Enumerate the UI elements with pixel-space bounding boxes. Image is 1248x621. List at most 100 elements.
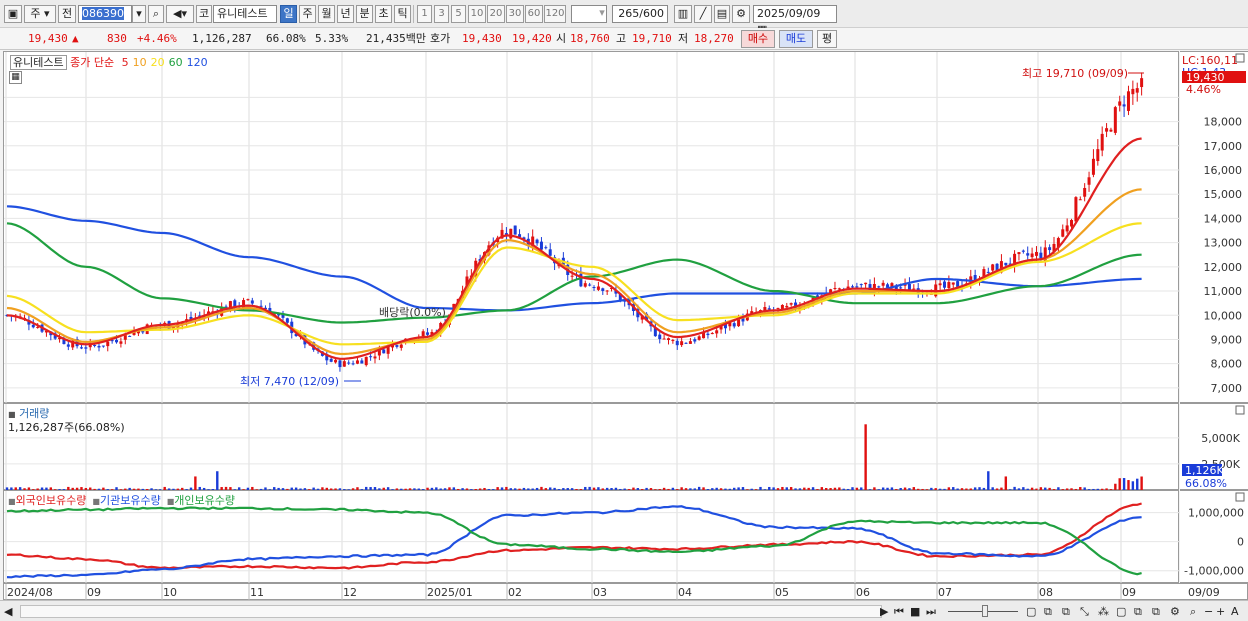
font-size-icon[interactable]: A [1231,604,1243,619]
candle [1140,72,1144,96]
period-tab-1[interactable]: 주 [299,5,316,23]
x-label: 12 [343,586,357,599]
count-field[interactable]: 265/600 [612,5,668,23]
ma-period-120[interactable]: 120 [187,56,208,69]
speaker-icon[interactable]: ◀▾ [166,5,194,23]
sell-button[interactable]: 매도 [779,30,813,48]
price-tick: 14,000 [1204,212,1243,225]
holding-legend-2[interactable]: 개인보유수량 [174,494,235,507]
window-icon-2[interactable]: ⧉ [1044,604,1058,619]
candle [101,345,105,348]
zoom-in-icon[interactable]: + [1216,604,1226,619]
volume-bar [1131,481,1135,490]
quote-volume-ratio: 66.08% [266,32,306,45]
period-tab-2[interactable]: 월 [318,5,335,23]
horizontal-scrollbar[interactable] [20,605,882,618]
stock-label[interactable]: 유니테스트 [10,55,67,70]
min-annotation: 최저 7,470 (12/09) [240,375,339,388]
ma-period-60[interactable]: 60 [169,56,183,69]
interval-tab-6[interactable]: 60 [525,5,543,23]
settings-icon[interactable]: ⚙ [1170,604,1184,619]
window-icon-1[interactable]: ▢ [1026,604,1040,619]
x-label: 07 [938,586,952,599]
volume-maximize-icon[interactable] [1235,405,1245,415]
layout-icon[interactable]: ▣ [4,5,22,23]
code-dropdown-icon[interactable]: ▾ [132,5,146,23]
legend-square-icon: ■ [92,497,100,506]
period-tab-4[interactable]: 분 [356,5,373,23]
price-pane[interactable]: 최고 19,710 (09/09) 최저 7,470 (12/09) 배당락(0.0… [3,51,1180,404]
prev-button[interactable]: 전 [58,5,76,23]
window-icon-3[interactable]: ⧉ [1062,604,1076,619]
quote-turnover: 5.33% [315,32,349,45]
period-tab-6[interactable]: 틱 [394,5,411,23]
candle-type-icon[interactable]: ▥ [674,5,692,23]
interval-tab-4[interactable]: 20 [487,5,505,23]
holding-legend-0[interactable]: 외국인보유수량 [16,494,87,507]
holding-maximize-icon[interactable] [1235,492,1245,502]
quote-bar: 19,430 ▲ 830 +4.46% 1,126,287 66.08% 5.3… [0,28,1248,50]
forward-icon[interactable]: ⏭ [926,604,938,619]
save-icon[interactable]: ▤ [714,5,730,23]
expand-icon[interactable]: ⤡ [1080,604,1094,619]
price-tick: 16,000 [1204,164,1243,177]
ma-period-10[interactable]: 10 [133,56,147,69]
interval-tab-5[interactable]: 30 [506,5,524,23]
candle [1065,218,1069,234]
interval-tab-7[interactable]: 120 [544,5,566,23]
ma-period-20[interactable]: 20 [151,56,165,69]
trend-line-icon[interactable]: ╱ [694,5,712,23]
zoom-out-icon[interactable]: − [1204,604,1214,619]
holding-pane[interactable]: ■외국인보유수량 ■기관보유수량 ■개인보유수량 [3,490,1180,584]
interval-dropdown-icon[interactable]: ▾ [595,5,609,23]
scroll-right-icon[interactable]: ▶ [880,604,890,619]
eval-button[interactable]: 평 [817,30,837,48]
stop-icon[interactable]: ■ [910,604,922,619]
candle [684,342,688,344]
market-select[interactable]: 주 ▾ [24,5,56,23]
candle [360,358,364,364]
market-code-button[interactable]: 코 [196,5,212,23]
rewind-icon[interactable]: ⏮ [894,604,906,619]
ma-period-5[interactable]: 5 [122,56,129,69]
interval-tab-2[interactable]: 5 [451,5,466,23]
interval-tab-0[interactable]: 1 [417,5,432,23]
window-icon-4[interactable]: ▢ [1116,604,1130,619]
period-tab-3[interactable]: 년 [337,5,354,23]
candle [373,352,377,364]
scroll-left-icon[interactable]: ◀ [4,604,18,619]
candle [259,300,263,308]
gear-icon[interactable]: ⚙ [732,5,750,23]
pattern-icon[interactable]: ⁂ [1098,604,1112,619]
interval-tabs: 1 3 5 10 20 30 60 120 [417,5,569,23]
interval-tab-1[interactable]: 3 [434,5,449,23]
x-label: 09 [87,586,101,599]
search-zoom-icon[interactable]: ⌕ [1190,604,1202,619]
x-right-label: 09/09 [1188,586,1220,599]
buy-button[interactable]: 매수 [741,30,775,48]
code-input[interactable]: 086390 [78,5,132,23]
interval-tab-3[interactable]: 10 [468,5,486,23]
x-label: 2024/08 [7,586,53,599]
current-pct-tag: 4.46% [1186,83,1221,96]
period-tab-0[interactable]: 일 [280,5,297,23]
copy-icon[interactable]: ⧉ [1152,604,1166,619]
volume-bars [5,424,1143,490]
zoom-slider-thumb[interactable] [982,605,988,617]
candle [833,281,837,291]
price-tick: 18,000 [1204,116,1243,129]
price-tick: 9,000 [1211,333,1243,346]
quote-bid: 19,420 [512,32,552,45]
x-label: 09 [1122,586,1136,599]
table-icon[interactable]: ▦ [9,71,22,84]
date-input[interactable]: 2025/09/09 ▦ [753,5,837,36]
holding-legend-1[interactable]: 기관보유수량 [100,494,161,507]
candle [680,337,684,347]
price-tick: 15,000 [1204,188,1243,201]
ma-periods: 5 10 20 60 120 [118,56,208,69]
window-icon-5[interactable]: ⧉ [1134,604,1148,619]
ma-line-120 [6,205,1142,312]
period-tab-5[interactable]: 초 [375,5,392,23]
search-icon[interactable]: ⌕ [148,5,164,23]
volume-pane[interactable]: ■ 거래량 1,126,287주(66.08%) [3,403,1180,491]
